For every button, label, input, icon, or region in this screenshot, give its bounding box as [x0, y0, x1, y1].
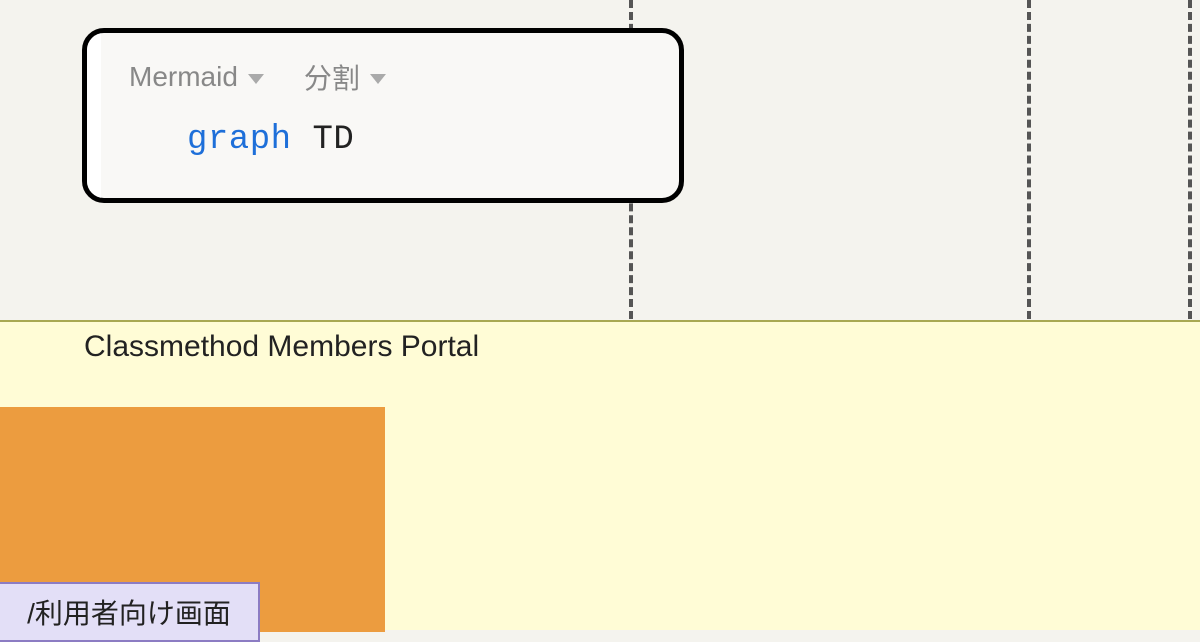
view-dropdown[interactable]: 分割	[304, 57, 386, 97]
language-dropdown[interactable]: Mermaid	[129, 61, 264, 93]
code-keyword: graph	[187, 121, 292, 159]
diagram-node[interactable]: /利用者向け画面	[0, 582, 260, 642]
diagram-node-label: /利用者向け画面	[27, 592, 231, 632]
diagram-section-title: Classmethod Members Portal	[84, 330, 479, 364]
view-dropdown-label: 分割	[304, 57, 360, 97]
editor-toolbar: Mermaid 分割	[129, 57, 679, 97]
language-dropdown-label: Mermaid	[129, 61, 238, 93]
code-editor-line[interactable]: graph TD	[129, 121, 679, 159]
diagram-container-box: /利用者向け画面	[0, 407, 385, 632]
diagram-section: Classmethod Members Portal /利用者向け画面	[0, 320, 1200, 630]
code-direction: TD	[312, 121, 354, 159]
editor-popup: Mermaid 分割 graph TD	[82, 28, 684, 203]
chevron-down-icon	[370, 74, 386, 84]
editor-popup-inner: Mermaid 分割 graph TD	[87, 33, 679, 198]
chevron-down-icon	[248, 74, 264, 84]
